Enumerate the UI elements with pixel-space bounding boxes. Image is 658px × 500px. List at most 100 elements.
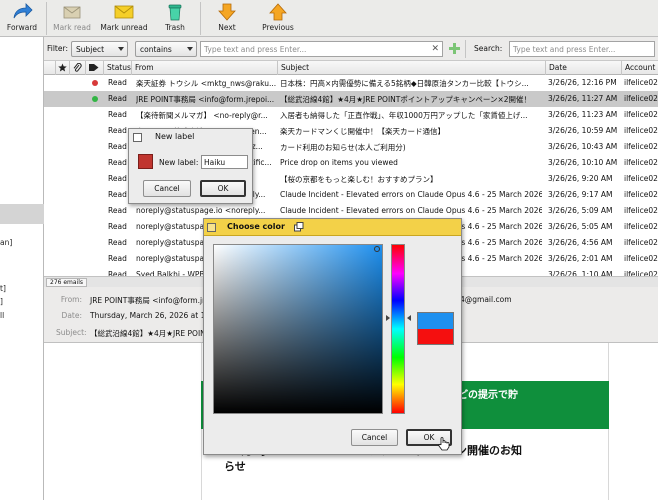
envelope-icon [114, 5, 134, 19]
new-label-field-label: New label: [159, 158, 199, 167]
old-color-swatch [418, 329, 453, 344]
message-subject: 楽天カードマンくじ開催中！【楽天カード通信】 [280, 127, 445, 136]
message-date: 3/26/26, 10:10 AM [548, 158, 618, 167]
clear-icon[interactable]: ✕ [431, 44, 439, 54]
message-account: ilfelice02 [624, 158, 658, 167]
attachment-icon[interactable] [70, 61, 86, 75]
saturation-value-picker[interactable] [213, 244, 383, 414]
message-status: Read [108, 78, 127, 87]
filter-operator-select[interactable]: contains [135, 41, 197, 57]
next-button[interactable]: Next [208, 2, 246, 36]
message-subject: 【桜の京都をもっと楽しむ！おすすめプラン】 [280, 175, 438, 184]
dialog-title: New label [155, 132, 195, 141]
message-status: Read [108, 110, 127, 119]
column-header-from[interactable]: From [132, 61, 278, 75]
message-from: 楽天証券 トウシル <mktg_nws@raku... [136, 79, 276, 88]
mark-read-button[interactable]: Mark read [52, 2, 92, 36]
mark-unread-button[interactable]: Mark unread [98, 2, 150, 36]
message-date: 3/26/26, 10:43 AM [548, 142, 618, 151]
column-header-subject[interactable]: Subject [278, 61, 546, 75]
forward-arrow-icon [13, 3, 33, 19]
from-label: From: [60, 295, 82, 304]
toolbar-separator [46, 2, 47, 35]
message-subject: 日本株：円高×内需優勢に備える5銘柄◆日韓原油タンカー比較【トウシ... [280, 79, 529, 88]
folder-label[interactable]: ll [0, 311, 4, 320]
search-input[interactable]: Type text and press Enter... [509, 41, 655, 57]
up-arrow-icon [269, 3, 287, 21]
picker-handle[interactable] [374, 246, 380, 252]
folder-pane: an] t] ] ll [0, 37, 44, 500]
trash-icon [168, 4, 182, 21]
toolbar: Forward Mark read Mark unread Trash Next [0, 0, 658, 37]
subject-value: 【総武沿線4館】★4月★JRE POINT [90, 329, 211, 338]
message-row[interactable]: Read 【楽待新聞メルマガ】 <no-reply@r... 入居者も納得した「正直… [44, 107, 658, 123]
message-date: 3/26/26, 11:23 AM [548, 110, 618, 119]
selected-folder[interactable] [0, 204, 44, 224]
message-list-header: Status From Subject Date Account [44, 61, 658, 75]
cancel-button[interactable]: Cancel [351, 429, 398, 446]
ok-button[interactable]: OK [200, 180, 246, 197]
search-label: Search: [474, 44, 503, 53]
message-status: Read [108, 206, 127, 215]
label-dot-icon [92, 96, 98, 102]
column-header-account[interactable]: Account [622, 61, 658, 75]
message-date: 3/26/26, 12:16 PM [548, 78, 617, 87]
folder-label[interactable]: an] [0, 238, 12, 247]
add-filter-icon[interactable] [449, 43, 460, 54]
email-heading-line: らせ [224, 460, 246, 473]
chevron-down-icon [187, 47, 193, 51]
column-header-select[interactable] [44, 61, 56, 75]
restore-icon[interactable] [294, 222, 304, 232]
filter-separator [465, 40, 466, 58]
to-value[interactable]: 4@gmail.com [460, 295, 512, 304]
filter-field-select[interactable]: Subject [71, 41, 128, 57]
message-subject: 【総武沿線4館】★4月★JRE POINTポイントアップキャンペーン×2開催！ [280, 95, 532, 104]
star-icon[interactable] [56, 61, 70, 75]
choose-color-dialog: Choose color Cancel OK [203, 218, 462, 455]
new-label-input[interactable]: Haiku [201, 155, 248, 169]
message-account: ilfelice02 [624, 174, 658, 183]
message-from: noreply@statuspage.io <noreply... [136, 206, 266, 215]
message-date: 3/26/26, 5:09 AM [548, 206, 613, 215]
hue-indicator-left [386, 315, 390, 321]
message-status: Read [108, 238, 127, 247]
column-header-status[interactable]: Status [104, 61, 132, 75]
message-account: ilfelice02 [624, 222, 658, 231]
message-date: 3/26/26, 10:59 AM [548, 126, 618, 135]
hue-slider[interactable] [391, 244, 405, 414]
label-tag-icon[interactable] [86, 61, 104, 75]
message-status: Read [108, 222, 127, 231]
message-row[interactable]: Read JRE POINT事務局 <info@form.jrepoi... 【総武… [44, 91, 658, 107]
dialog-title: Choose color [227, 222, 285, 231]
message-account: ilfelice02 [624, 78, 658, 87]
message-account: ilfelice02 [624, 126, 658, 135]
folder-label[interactable]: ] [0, 297, 3, 306]
message-subject: Claude Incident - Elevated errors on Cla… [280, 206, 542, 215]
toolbar-separator [200, 2, 201, 35]
filter-text-input[interactable]: Type text and press Enter... ✕ [200, 41, 443, 57]
previous-button[interactable]: Previous [256, 2, 300, 36]
message-subject: Price drop on items you viewed [280, 158, 398, 167]
message-account: ilfelice02 [624, 206, 658, 215]
folder-label[interactable]: t] [0, 284, 6, 293]
message-account: ilfelice02 [624, 94, 658, 103]
email-count: 276 emails [46, 278, 88, 287]
message-row[interactable]: Read noreply@statuspage.io <noreply... Cla… [44, 203, 658, 219]
message-account: ilfelice02 [624, 142, 658, 151]
cancel-button[interactable]: Cancel [143, 180, 191, 197]
filter-label: Filter: [47, 44, 68, 53]
label-color-swatch[interactable] [138, 154, 153, 169]
message-subject: カード利用のお知らせ(本人ご利用分) [280, 143, 406, 152]
message-date: 3/26/26, 9:20 AM [548, 174, 613, 183]
message-date: 3/26/26, 5:05 AM [548, 222, 613, 231]
filter-bar: Filter: Subject contains Type text and p… [44, 37, 658, 61]
message-row[interactable]: Read 楽天証券 トウシル <mktg_nws@raku... 日本株：円高×内需… [44, 75, 658, 91]
message-from: 【楽待新聞メルマガ】 <no-reply@r... [136, 111, 268, 120]
forward-button[interactable]: Forward [2, 2, 42, 36]
message-date: 3/26/26, 11:27 AM [548, 94, 618, 103]
column-header-date[interactable]: Date [546, 61, 622, 75]
trash-button[interactable]: Trash [156, 2, 194, 36]
message-account: ilfelice02 [624, 190, 658, 199]
message-date: 3/26/26, 9:17 AM [548, 190, 613, 199]
hand-cursor-icon [438, 437, 450, 451]
